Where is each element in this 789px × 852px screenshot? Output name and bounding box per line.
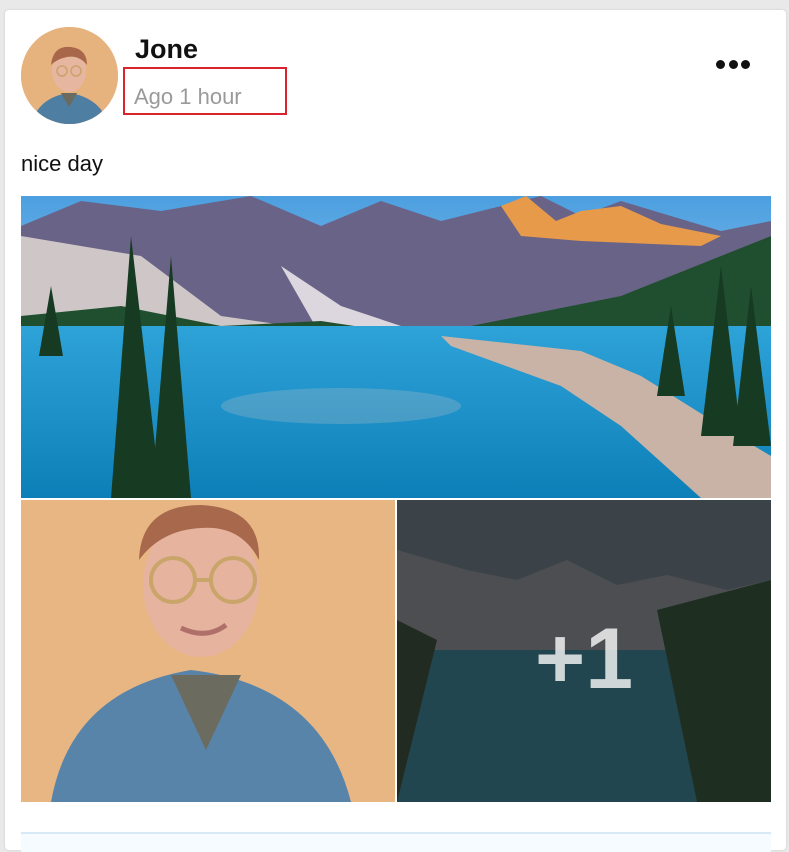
author-name[interactable]: Jone [135,34,198,65]
post-text: nice day [21,151,103,176]
more-options-icon[interactable] [716,57,750,71]
post-photo-lake[interactable] [21,196,771,498]
post-actions-bar [21,832,771,852]
post-photo-portrait[interactable] [21,500,395,802]
post-timestamp: Ago 1 hour [134,84,242,109]
post-photo-more[interactable]: +1 [397,500,771,802]
more-photos-count: +1 [534,611,634,707]
author-avatar[interactable] [21,27,118,124]
post-card: Jone Ago 1 hour nice day +1 [5,10,786,852]
